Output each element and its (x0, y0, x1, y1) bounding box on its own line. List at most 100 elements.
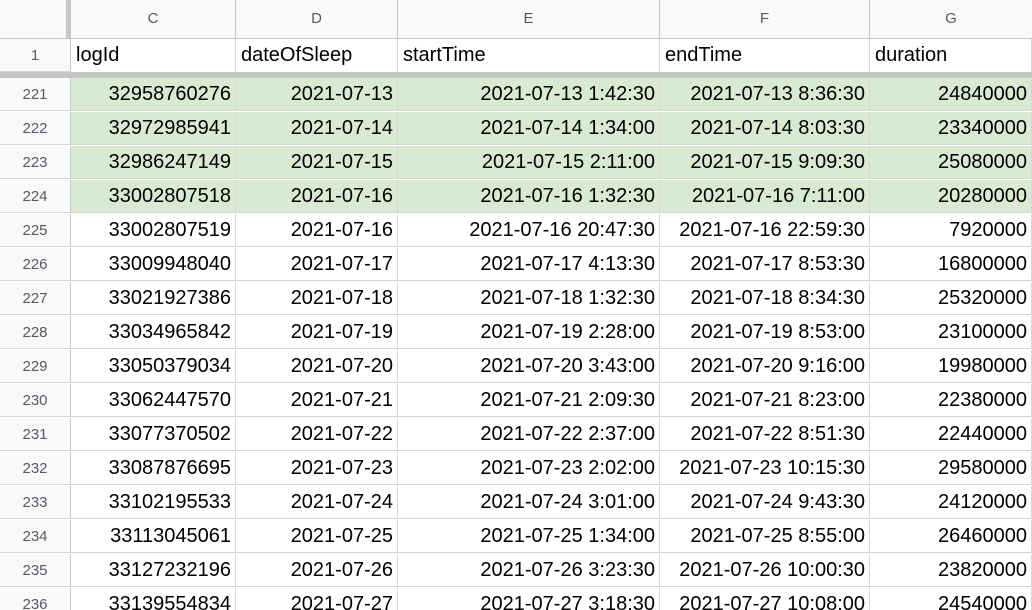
cell-duration[interactable]: 23100000 (870, 316, 1032, 349)
cell-endtime[interactable]: 2021-07-17 8:53:30 (660, 248, 870, 281)
cell-dateofsleep[interactable]: 2021-07-17 (236, 248, 398, 281)
cell-endtime[interactable]: 2021-07-21 8:23:00 (660, 384, 870, 417)
row-header[interactable]: 1 (0, 39, 71, 72)
cell-starttime[interactable]: 2021-07-21 2:09:30 (398, 384, 660, 417)
cell-logid[interactable]: 32972985941 (71, 112, 236, 145)
cell-starttime[interactable]: 2021-07-23 2:02:00 (398, 452, 660, 485)
cell-starttime[interactable]: 2021-07-27 3:18:30 (398, 588, 660, 610)
select-all-corner[interactable] (0, 0, 71, 38)
row-header[interactable]: 231 (0, 418, 71, 451)
cell-endtime[interactable]: 2021-07-26 10:00:30 (660, 554, 870, 587)
cell-logid[interactable]: 33062447570 (71, 384, 236, 417)
cell-starttime[interactable]: 2021-07-19 2:28:00 (398, 316, 660, 349)
cell-header-dateofsleep[interactable]: dateOfSleep (236, 39, 398, 72)
cell-header-duration[interactable]: duration (870, 39, 1032, 72)
cell-endtime[interactable]: 2021-07-27 10:08:00 (660, 588, 870, 610)
cell-dateofsleep[interactable]: 2021-07-16 (236, 214, 398, 247)
cell-starttime[interactable]: 2021-07-25 1:34:00 (398, 520, 660, 553)
cell-logid[interactable]: 33009948040 (71, 248, 236, 281)
cell-duration[interactable]: 23820000 (870, 554, 1032, 587)
cell-endtime[interactable]: 2021-07-19 8:53:00 (660, 316, 870, 349)
cell-endtime[interactable]: 2021-07-16 22:59:30 (660, 214, 870, 247)
cell-endtime[interactable]: 2021-07-22 8:51:30 (660, 418, 870, 451)
cell-dateofsleep[interactable]: 2021-07-26 (236, 554, 398, 587)
cell-endtime[interactable]: 2021-07-16 7:11:00 (660, 180, 870, 213)
row-header[interactable]: 223 (0, 146, 71, 179)
cell-starttime[interactable]: 2021-07-17 4:13:30 (398, 248, 660, 281)
cell-duration[interactable]: 22380000 (870, 384, 1032, 417)
cell-endtime[interactable]: 2021-07-23 10:15:30 (660, 452, 870, 485)
cell-starttime[interactable]: 2021-07-14 1:34:00 (398, 112, 660, 145)
cell-dateofsleep[interactable]: 2021-07-18 (236, 282, 398, 315)
cell-logid[interactable]: 33002807519 (71, 214, 236, 247)
row-header[interactable]: 236 (0, 588, 71, 610)
column-header-c[interactable]: C (71, 0, 236, 38)
cell-logid[interactable]: 32986247149 (71, 146, 236, 179)
column-header-e[interactable]: E (398, 0, 660, 38)
cell-dateofsleep[interactable]: 2021-07-15 (236, 146, 398, 179)
row-header[interactable]: 229 (0, 350, 71, 383)
cell-logid[interactable]: 33139554834 (71, 588, 236, 610)
cell-duration[interactable]: 26460000 (870, 520, 1032, 553)
cell-starttime[interactable]: 2021-07-24 3:01:00 (398, 486, 660, 519)
row-header[interactable]: 225 (0, 214, 71, 247)
cell-logid[interactable]: 33077370502 (71, 418, 236, 451)
cell-logid[interactable]: 32958760276 (71, 78, 236, 111)
cell-starttime[interactable]: 2021-07-16 1:32:30 (398, 180, 660, 213)
cell-starttime[interactable]: 2021-07-15 2:11:00 (398, 146, 660, 179)
cell-endtime[interactable]: 2021-07-14 8:03:30 (660, 112, 870, 145)
cell-dateofsleep[interactable]: 2021-07-25 (236, 520, 398, 553)
cell-dateofsleep[interactable]: 2021-07-16 (236, 180, 398, 213)
column-header-d[interactable]: D (236, 0, 398, 38)
cell-starttime[interactable]: 2021-07-13 1:42:30 (398, 78, 660, 111)
cell-header-logid[interactable]: logId (71, 39, 236, 72)
cell-starttime[interactable]: 2021-07-22 2:37:00 (398, 418, 660, 451)
cell-dateofsleep[interactable]: 2021-07-24 (236, 486, 398, 519)
cell-starttime[interactable]: 2021-07-26 3:23:30 (398, 554, 660, 587)
cell-starttime[interactable]: 2021-07-20 3:43:00 (398, 350, 660, 383)
cell-duration[interactable]: 16800000 (870, 248, 1032, 281)
column-header-f[interactable]: F (660, 0, 870, 38)
row-header[interactable]: 227 (0, 282, 71, 315)
cell-logid[interactable]: 33113045061 (71, 520, 236, 553)
row-header[interactable]: 230 (0, 384, 71, 417)
row-header[interactable]: 222 (0, 112, 71, 145)
cell-header-starttime[interactable]: startTime (398, 39, 660, 72)
cell-duration[interactable]: 25080000 (870, 146, 1032, 179)
cell-dateofsleep[interactable]: 2021-07-27 (236, 588, 398, 610)
row-header[interactable]: 234 (0, 520, 71, 553)
cell-duration[interactable]: 23340000 (870, 112, 1032, 145)
cell-logid[interactable]: 33087876695 (71, 452, 236, 485)
cell-duration[interactable]: 19980000 (870, 350, 1032, 383)
cell-duration[interactable]: 25320000 (870, 282, 1032, 315)
cell-endtime[interactable]: 2021-07-25 8:55:00 (660, 520, 870, 553)
cell-dateofsleep[interactable]: 2021-07-14 (236, 112, 398, 145)
cell-duration[interactable]: 24840000 (870, 78, 1032, 111)
cell-dateofsleep[interactable]: 2021-07-23 (236, 452, 398, 485)
cell-logid[interactable]: 33102195533 (71, 486, 236, 519)
cell-endtime[interactable]: 2021-07-24 9:43:30 (660, 486, 870, 519)
row-header[interactable]: 226 (0, 248, 71, 281)
cell-logid[interactable]: 33034965842 (71, 316, 236, 349)
cell-logid[interactable]: 33127232196 (71, 554, 236, 587)
row-header[interactable]: 221 (0, 78, 71, 111)
cell-dateofsleep[interactable]: 2021-07-13 (236, 78, 398, 111)
cell-duration[interactable]: 22440000 (870, 418, 1032, 451)
row-header[interactable]: 224 (0, 180, 71, 213)
cell-endtime[interactable]: 2021-07-20 9:16:00 (660, 350, 870, 383)
cell-dateofsleep[interactable]: 2021-07-22 (236, 418, 398, 451)
row-header[interactable]: 235 (0, 554, 71, 587)
row-header[interactable]: 232 (0, 452, 71, 485)
cell-endtime[interactable]: 2021-07-18 8:34:30 (660, 282, 870, 315)
row-header[interactable]: 228 (0, 316, 71, 349)
cell-dateofsleep[interactable]: 2021-07-20 (236, 350, 398, 383)
cell-dateofsleep[interactable]: 2021-07-19 (236, 316, 398, 349)
cell-duration[interactable]: 24540000 (870, 588, 1032, 610)
cell-logid[interactable]: 33002807518 (71, 180, 236, 213)
cell-duration[interactable]: 7920000 (870, 214, 1032, 247)
column-header-g[interactable]: G (870, 0, 1032, 38)
cell-endtime[interactable]: 2021-07-15 9:09:30 (660, 146, 870, 179)
row-header[interactable]: 233 (0, 486, 71, 519)
cell-logid[interactable]: 33050379034 (71, 350, 236, 383)
cell-endtime[interactable]: 2021-07-13 8:36:30 (660, 78, 870, 111)
